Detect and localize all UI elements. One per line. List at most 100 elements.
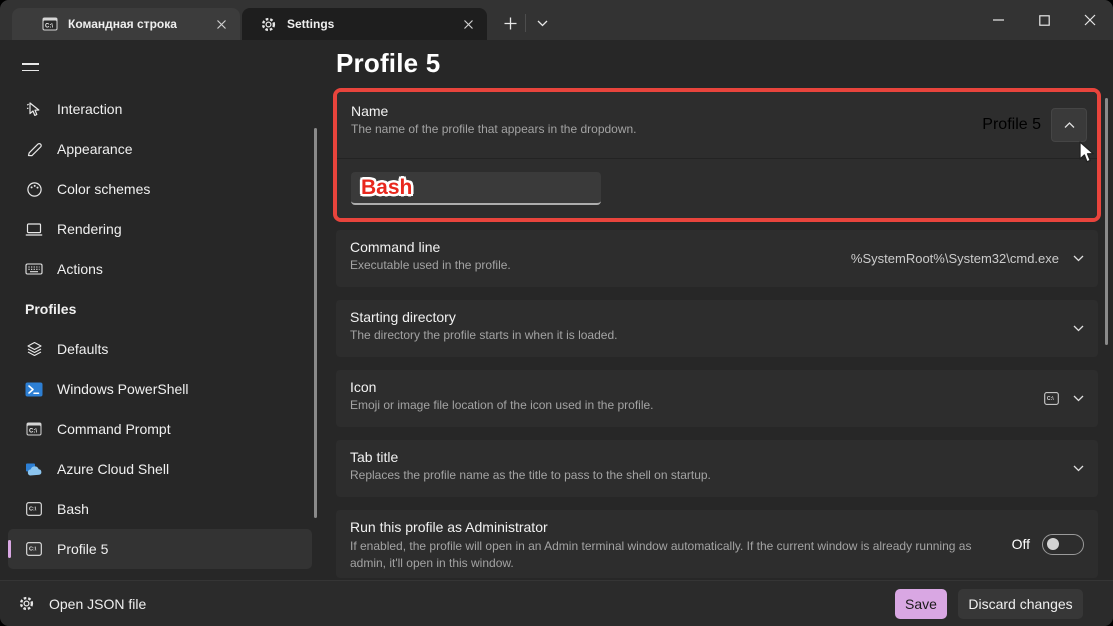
- admin-toggle-switch[interactable]: [1042, 534, 1084, 555]
- svg-text:C:\: C:\: [29, 507, 37, 513]
- tab-label: Settings: [287, 17, 455, 31]
- close-tab-icon[interactable]: [208, 13, 234, 35]
- discard-changes-button[interactable]: Discard changes: [958, 589, 1083, 619]
- name-setting-expander: Name The name of the profile that appear…: [337, 92, 1097, 218]
- sidebar-item-label: Defaults: [57, 341, 108, 357]
- profile-settings-content: Profile 5 Name The name of the profile t…: [320, 40, 1113, 580]
- cmd-icon: C:\: [25, 420, 43, 438]
- sidebar-nav: Interaction Appearance: [0, 89, 320, 569]
- sidebar-item-label: Windows PowerShell: [57, 381, 189, 397]
- typed-text-annotation: Bash: [361, 176, 412, 200]
- chevron-down-icon[interactable]: [1073, 465, 1084, 472]
- sidebar-item-appearance[interactable]: Appearance: [8, 129, 312, 169]
- terminal-settings-window: C:\ Командная строка Settings: [0, 0, 1113, 626]
- terminal-icon: C:\: [25, 540, 43, 558]
- command-line-setting[interactable]: Command line Executable used in the prof…: [336, 230, 1098, 287]
- profile-name-input[interactable]: Bash: [351, 172, 601, 205]
- setting-description: The name of the profile that appears in …: [351, 122, 1083, 136]
- sidebar-item-label: Azure Cloud Shell: [57, 461, 169, 477]
- setting-title: Name: [351, 103, 1083, 119]
- cursor-icon: [25, 100, 43, 118]
- sidebar-item-label: Appearance: [57, 141, 133, 157]
- content-scrollbar[interactable]: [1105, 98, 1108, 345]
- hamburger-menu-icon[interactable]: [10, 50, 50, 84]
- close-window-button[interactable]: [1067, 0, 1113, 40]
- toggle-state-label: Off: [1012, 536, 1030, 552]
- svg-text:C:\: C:\: [45, 24, 53, 30]
- chevron-down-icon[interactable]: [1073, 325, 1084, 332]
- page-title: Profile 5: [336, 48, 440, 79]
- tab-command-prompt[interactable]: C:\ Командная строка: [12, 8, 240, 40]
- save-button[interactable]: Save: [895, 589, 947, 619]
- window-controls: [975, 0, 1113, 40]
- new-tab-button[interactable]: [496, 10, 524, 36]
- sidebar-scrollbar[interactable]: [314, 128, 317, 518]
- sidebar-item-defaults[interactable]: Defaults: [8, 329, 312, 369]
- svg-text:C:\: C:\: [29, 547, 37, 553]
- name-setting-header[interactable]: Name The name of the profile that appear…: [337, 92, 1097, 158]
- gear-icon: [260, 16, 277, 33]
- cloud-icon: [25, 460, 43, 478]
- layers-icon: [25, 340, 43, 358]
- profiles-section-header: Profiles: [8, 289, 312, 329]
- setting-title: Run this profile as Administrator: [350, 519, 1084, 535]
- setting-title: Icon: [350, 379, 1084, 395]
- sidebar-item-windows-powershell[interactable]: Windows PowerShell: [8, 369, 312, 409]
- monitor-icon: [25, 220, 43, 238]
- minimize-button[interactable]: [975, 0, 1021, 40]
- titlebar: C:\ Командная строка Settings: [0, 0, 1113, 40]
- sidebar-item-profile-5[interactable]: C:\ Profile 5: [8, 529, 312, 569]
- chevron-down-icon[interactable]: [1073, 395, 1084, 402]
- setting-description: Emoji or image file location of the icon…: [350, 398, 1084, 412]
- powershell-icon: [25, 380, 43, 398]
- open-json-file-label: Open JSON file: [49, 596, 146, 612]
- sidebar-item-bash[interactable]: C:\ Bash: [8, 489, 312, 529]
- maximize-button[interactable]: [1021, 0, 1067, 40]
- setting-value: Profile 5: [982, 116, 1041, 134]
- starting-directory-setting[interactable]: Starting directory The directory the pro…: [336, 300, 1098, 357]
- sidebar-item-interaction[interactable]: Interaction: [8, 89, 312, 129]
- sidebar-item-actions[interactable]: Actions: [8, 249, 312, 289]
- tab-settings[interactable]: Settings: [242, 8, 487, 40]
- tab-bar-divider: [525, 14, 526, 32]
- setting-description: Replaces the profile name as the title t…: [350, 468, 1084, 482]
- gear-icon: [18, 595, 35, 612]
- icon-setting[interactable]: Icon Emoji or image file location of the…: [336, 370, 1098, 427]
- sidebar-item-rendering[interactable]: Rendering: [8, 209, 312, 249]
- close-tab-icon[interactable]: [455, 13, 481, 35]
- annotation-highlight-box: Name The name of the profile that appear…: [333, 88, 1101, 222]
- chevron-down-icon[interactable]: [1073, 255, 1084, 262]
- terminal-icon: C:\: [1044, 392, 1059, 405]
- sidebar-item-label: Actions: [57, 261, 103, 277]
- terminal-icon: C:\: [25, 500, 43, 518]
- selection-accent-pill: [8, 540, 11, 558]
- sidebar-item-label: Profile 5: [57, 541, 108, 557]
- setting-value: %SystemRoot%\System32\cmd.exe: [851, 251, 1059, 266]
- sidebar-item-label: Bash: [57, 501, 89, 517]
- sidebar-item-color-schemes[interactable]: Color schemes: [8, 169, 312, 209]
- sidebar-item-label: Interaction: [57, 101, 122, 117]
- keyboard-icon: [25, 260, 43, 278]
- mouse-cursor-icon: [1076, 141, 1096, 165]
- app-body: Interaction Appearance: [0, 40, 1113, 580]
- svg-text:C:\: C:\: [29, 429, 37, 435]
- sidebar-item-command-prompt[interactable]: C:\ Command Prompt: [8, 409, 312, 449]
- collapse-button[interactable]: [1051, 108, 1087, 142]
- toggle-knob: [1047, 538, 1059, 550]
- setting-description: The directory the profile starts in when…: [350, 328, 1084, 342]
- pen-icon: [25, 140, 43, 158]
- sidebar-item-label: Rendering: [57, 221, 122, 237]
- open-json-file-button[interactable]: Open JSON file: [0, 595, 146, 612]
- sidebar-item-azure-cloud-shell[interactable]: Azure Cloud Shell: [8, 449, 312, 489]
- footer-bar: Open JSON file Save Discard changes: [0, 580, 1113, 626]
- tab-title-setting[interactable]: Tab title Replaces the profile name as t…: [336, 440, 1098, 497]
- svg-text:C:\: C:\: [1047, 396, 1054, 402]
- sidebar-item-label: Color schemes: [57, 181, 150, 197]
- settings-sidebar: Interaction Appearance: [0, 40, 320, 580]
- setting-description: If enabled, the profile will open in an …: [350, 538, 990, 573]
- tab-dropdown-button[interactable]: [528, 10, 556, 36]
- setting-title: Starting directory: [350, 309, 1084, 325]
- sidebar-item-label: Command Prompt: [57, 421, 171, 437]
- run-as-admin-setting[interactable]: Run this profile as Administrator If ena…: [336, 510, 1098, 578]
- tab-label: Командная строка: [68, 17, 208, 31]
